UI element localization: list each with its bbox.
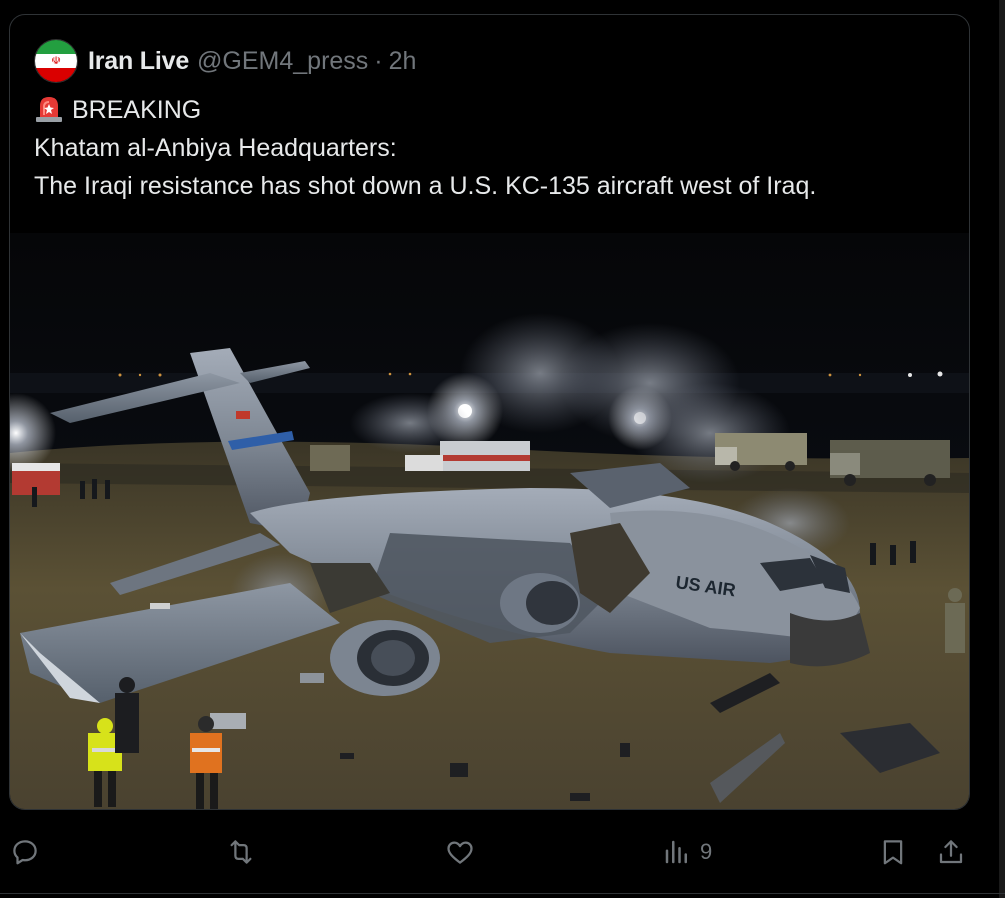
like-button[interactable] (445, 830, 475, 874)
separator-dot: · (374, 46, 383, 75)
tweet-card[interactable]: ☫ Iran Live @GEM4_press · 2h BREAKING Kh… (9, 14, 970, 810)
share-button[interactable] (936, 830, 966, 874)
post-image[interactable]: US AIR (10, 233, 969, 809)
tweet-line-3: The Iraqi resistance has shot down a U.S… (34, 172, 817, 200)
avatar[interactable]: ☫ (34, 39, 78, 83)
author-name[interactable]: Iran Live (88, 47, 189, 76)
tweet-text: BREAKING Khatam al-Anbiya Headquarters: … (34, 91, 954, 205)
views-count: 9 (700, 839, 713, 864)
heart-icon (447, 841, 473, 864)
divider (0, 893, 1005, 894)
crashed-aircraft-photo: US AIR (10, 233, 969, 809)
repost-button[interactable] (226, 830, 256, 874)
bookmark-icon (883, 840, 903, 865)
tweet-header: ☫ Iran Live @GEM4_press · 2h (34, 39, 416, 83)
breaking-line: BREAKING (34, 91, 954, 129)
police-light-emoji (36, 97, 62, 122)
tweet-line-2: Khatam al-Anbiya Headquarters: (34, 134, 397, 162)
share-icon (939, 840, 963, 864)
iran-flag-icon: ☫ (51, 55, 61, 67)
repost-icon (230, 840, 252, 864)
bookmark-button[interactable] (878, 830, 908, 874)
tweet-actions: 9 (0, 830, 1005, 874)
reply-icon (13, 840, 37, 865)
scrollbar-track[interactable] (999, 0, 1005, 898)
author-handle[interactable]: @GEM4_press (197, 47, 368, 76)
views-icon (665, 840, 687, 864)
reply-button[interactable] (10, 830, 40, 874)
views-button[interactable]: 9 (662, 830, 712, 874)
post-time[interactable]: 2h (389, 47, 417, 76)
breaking-label: BREAKING (72, 96, 202, 124)
